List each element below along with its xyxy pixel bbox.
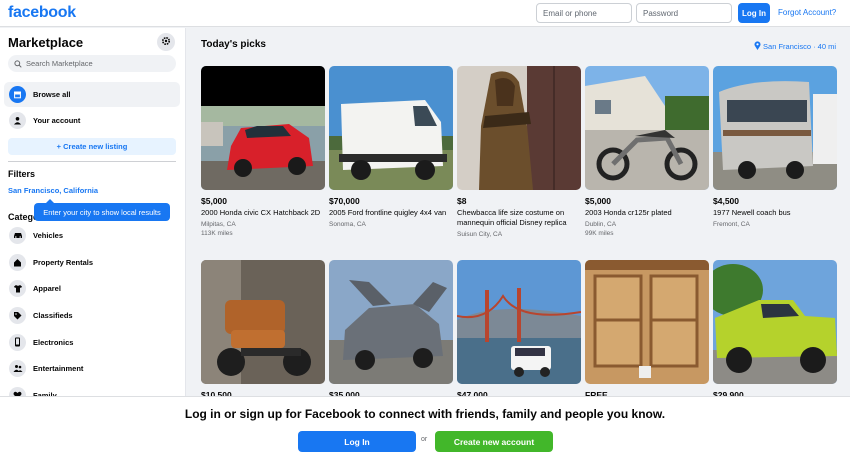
storefront-icon [9,86,26,103]
search-placeholder: Search Marketplace [26,59,93,68]
location-selector[interactable]: San Francisco · 40 mi [754,41,836,52]
listing-card[interactable]: $10,500 [201,260,325,400]
password-field[interactable] [636,3,732,23]
signup-banner: Log in or sign up for Facebook to connec… [0,396,850,463]
listing-price: $5,000 [585,196,611,206]
category-vehicles[interactable]: Vehicles [4,224,63,246]
facebook-logo[interactable]: facebook [8,4,76,22]
listing-card[interactable]: $35,000 [329,260,453,400]
search-input[interactable]: Search Marketplace [8,55,176,72]
gear-icon [161,33,171,51]
listing-price: $5,000 [201,196,227,206]
listing-title: Chewbacca life size costume on mannequin… [457,208,567,227]
category-label: Apparel [33,283,61,293]
listing-location: Milpitas, CA [201,221,236,228]
settings-button[interactable] [157,33,175,51]
banner-login-button[interactable]: Log In [298,431,416,452]
listing-location: Suisun City, CA [457,231,503,238]
forgot-account-link[interactable]: Forgot Account? [778,8,836,17]
person-icon [9,112,26,129]
phone-icon [9,333,26,351]
listing-photo [329,66,453,190]
listing-photo [457,260,581,384]
listing-card[interactable]: $5,000 2003 Honda cr125r plated Dublin, … [585,66,709,238]
location-text: San Francisco · 40 mi [763,42,836,51]
create-account-button[interactable]: Create new account [435,431,553,452]
nav-browse-all[interactable]: Browse all [4,82,180,107]
listing-card[interactable]: $29,900 [713,260,837,400]
section-title: Today's picks [201,39,266,50]
listing-location: Sonoma, CA [329,221,366,228]
listing-card[interactable]: $5,000 2000 Honda civic CX Hatchback 2D … [201,66,325,238]
car-icon [9,226,26,244]
listing-card[interactable]: $70,000 2005 Ford frontline quigley 4x4 … [329,66,453,229]
category-label: Property Rentals [33,257,94,267]
listing-price: $8 [457,196,467,206]
listing-photo [201,260,325,384]
nav-label: Your account [33,116,81,125]
listing-location: Dublin, CA [585,221,617,228]
listing-title: 1977 Newell coach bus [713,208,791,217]
listing-photo [457,66,581,190]
category-label: Classifieds [33,310,73,320]
divider [8,161,176,162]
listing-card[interactable]: $8 Chewbacca life size costume on manneq… [457,66,581,239]
category-label: Entertainment [33,363,84,373]
listing-photo [585,260,709,384]
category-entertainment[interactable]: Entertainment [4,357,83,379]
listing-card[interactable]: FREE [585,260,709,400]
category-property-rentals[interactable]: Property Rentals [4,251,93,273]
create-listing-button[interactable]: + Create new listing [8,138,176,155]
category-label: Electronics [33,337,74,347]
filters-heading: Filters [8,169,36,179]
banner-message: Log in or sign up for Facebook to connec… [184,407,666,421]
listing-photo [329,260,453,384]
nav-your-account[interactable]: Your account [4,108,180,133]
login-button[interactable]: Log In [738,3,770,23]
listing-title: 2000 Honda civic CX Hatchback 2D [201,208,321,217]
listing-photo [713,66,837,190]
listing-title: 2003 Honda cr125r plated [585,208,672,217]
banner-or-text: or [421,436,428,443]
email-field[interactable] [536,3,632,23]
listing-photo [713,260,837,384]
listing-mileage: 113K miles [201,230,233,237]
listing-mileage: 99K miles [585,230,614,237]
category-electronics[interactable]: Electronics [4,331,73,353]
category-apparel[interactable]: Apparel [4,277,61,299]
shirt-icon [9,279,26,297]
house-icon [9,253,26,271]
listing-photo [201,66,325,190]
listing-card[interactable]: $47,000 [457,260,581,400]
page-title: Marketplace [8,35,84,50]
search-icon [14,55,22,73]
nav-label: Browse all [33,90,71,99]
people-icon [9,359,26,377]
category-classifieds[interactable]: Classifieds [4,304,73,326]
listing-price: $70,000 [329,196,360,206]
location-filter-link[interactable]: San Francisco, California [8,186,98,195]
location-tooltip: Enter your city to show local results [34,199,170,221]
listing-location: Fremont, CA [713,221,750,228]
listing-price: $4,500 [713,196,739,206]
listing-title: 2005 Ford frontline quigley 4x4 van [329,208,447,217]
location-pin-icon [754,41,761,52]
listing-photo [585,66,709,190]
top-bar: facebook Log In Forgot Account? [0,0,850,27]
tag-icon [9,306,26,324]
category-label: Vehicles [33,230,64,240]
listing-card[interactable]: $4,500 1977 Newell coach bus Fremont, CA [713,66,837,229]
